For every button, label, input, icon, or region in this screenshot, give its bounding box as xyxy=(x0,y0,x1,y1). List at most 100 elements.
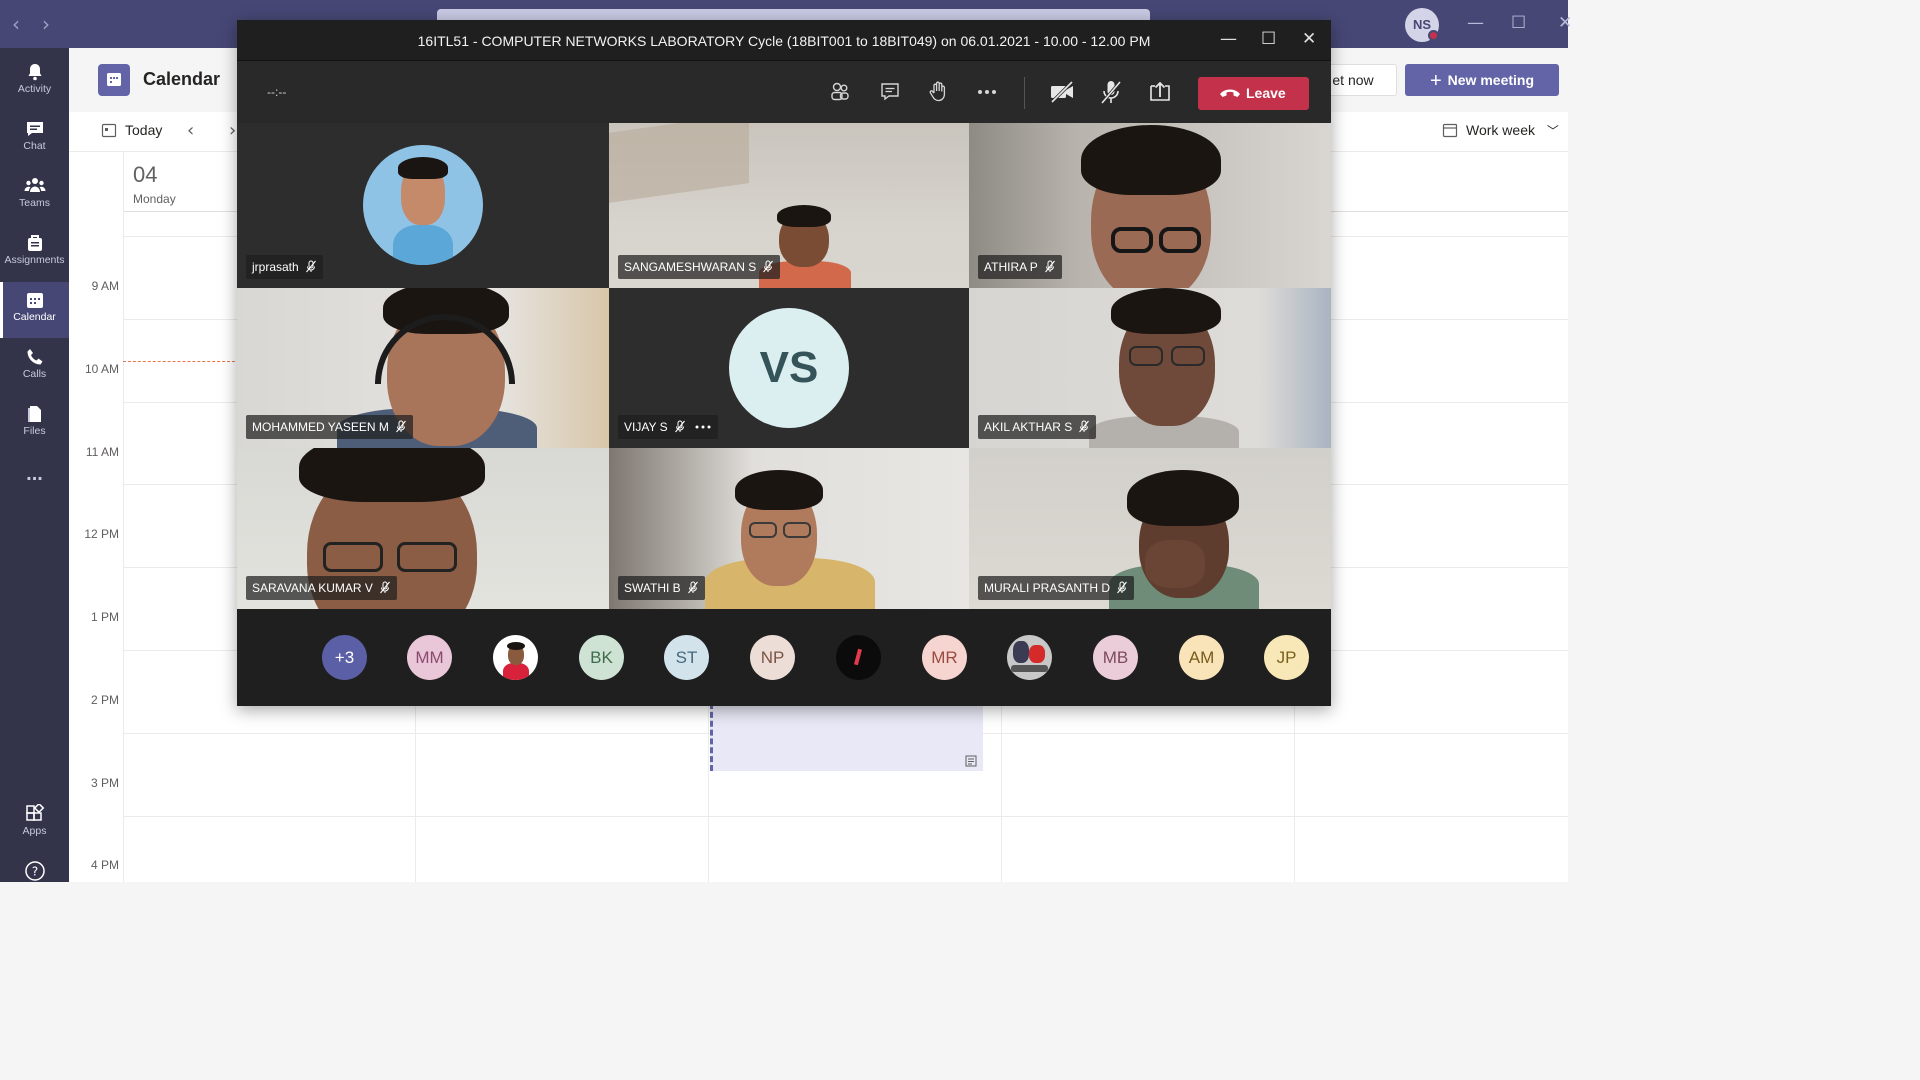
participant-video-tile[interactable]: ATHIRA P xyxy=(969,123,1331,288)
video-glasses xyxy=(1159,227,1201,253)
calendar-today-icon xyxy=(101,123,117,138)
bell-icon xyxy=(0,54,69,82)
calendar-app-icon xyxy=(98,64,130,96)
notes-icon xyxy=(965,755,977,767)
view-switcher[interactable]: Work week ﹀ xyxy=(1442,122,1559,139)
participant-avatar-photo[interactable] xyxy=(493,635,538,680)
participant-avatar-initials: VS xyxy=(729,308,849,428)
participant-tile[interactable]: VS VIJAY S xyxy=(609,288,969,448)
grid-line xyxy=(708,698,709,882)
mic-off-icon xyxy=(305,260,316,273)
mic-muted-icon[interactable] xyxy=(1094,75,1128,109)
participants-icon[interactable] xyxy=(823,75,857,109)
app-rail: Activity Chat Teams Assignments Calendar… xyxy=(0,48,69,882)
next-week-icon[interactable]: › xyxy=(229,120,236,141)
files-icon xyxy=(0,396,69,424)
raise-hand-icon[interactable] xyxy=(921,75,955,109)
profile-photo xyxy=(363,145,483,265)
page-title: Calendar xyxy=(143,69,221,89)
phone-icon xyxy=(0,339,69,367)
hour-label: 4 PM xyxy=(90,858,119,872)
participant-avatar[interactable]: NP xyxy=(750,635,795,680)
video-glasses xyxy=(1111,227,1153,253)
video-person xyxy=(299,448,485,502)
participant-name-label: jrprasath xyxy=(246,255,323,279)
rail-item-apps[interactable]: Apps xyxy=(0,796,69,852)
presence-status-icon xyxy=(1428,30,1439,41)
day-number: 04 xyxy=(133,162,158,187)
plus-icon: + xyxy=(1429,70,1442,92)
minimize-icon[interactable]: — xyxy=(1467,13,1484,33)
apps-icon xyxy=(0,796,69,824)
camera-off-icon[interactable] xyxy=(1045,75,1079,109)
call-timer: --:-- xyxy=(267,85,287,99)
rail-item-files[interactable]: Files xyxy=(0,396,69,452)
leave-button[interactable]: Leave xyxy=(1198,77,1309,110)
hour-label: 2 PM xyxy=(90,693,119,707)
video-glasses xyxy=(749,522,777,538)
mic-off-icon xyxy=(763,260,774,273)
hour-label: 12 PM xyxy=(84,527,119,541)
video-person xyxy=(1127,470,1239,526)
participant-avatar-photo[interactable] xyxy=(836,635,881,680)
mic-off-icon xyxy=(1044,260,1055,273)
calendar-event[interactable] xyxy=(710,703,983,771)
hour-label: 9 AM xyxy=(91,279,119,293)
more-actions-icon[interactable] xyxy=(970,75,1004,109)
participant-video-tile[interactable]: SWATHI B xyxy=(609,448,969,609)
meeting-minimize-icon[interactable]: — xyxy=(1220,29,1237,49)
participant-video-tile[interactable]: MURALI PRASANTH D xyxy=(969,448,1331,609)
mic-off-icon xyxy=(379,581,390,594)
assignments-icon xyxy=(0,225,69,253)
back-arrow-icon[interactable]: ‹ xyxy=(12,12,20,36)
participant-avatar[interactable]: MM xyxy=(407,635,452,680)
participant-video-tile[interactable]: MOHAMMED YASEEN M xyxy=(237,288,609,448)
hour-label: 10 AM xyxy=(84,362,119,376)
video-person xyxy=(735,470,823,510)
close-icon[interactable]: ✕ xyxy=(1558,13,1572,33)
video-person xyxy=(1081,125,1221,195)
forward-arrow-icon[interactable]: › xyxy=(42,12,50,36)
participant-avatar[interactable]: MB xyxy=(1093,635,1138,680)
rail-item-calendar[interactable]: Calendar xyxy=(0,282,69,338)
rail-item-chat[interactable]: Chat xyxy=(0,111,69,167)
participant-video-tile[interactable]: SANGAMESHWARAN S xyxy=(609,123,969,288)
participant-name-label: AKIL AKTHAR S xyxy=(978,415,1097,439)
meeting-maximize-icon[interactable]: ☐ xyxy=(1261,29,1276,49)
participant-avatar[interactable]: BK xyxy=(579,635,624,680)
conversation-icon[interactable] xyxy=(873,75,907,109)
today-button[interactable]: Today xyxy=(101,122,162,138)
grid-line xyxy=(1001,698,1002,882)
chevron-down-icon: ﹀ xyxy=(1546,124,1559,138)
previous-week-icon[interactable]: ‹ xyxy=(187,120,194,141)
rail-item-assignments[interactable]: Assignments xyxy=(0,225,69,281)
rail-item-calls[interactable]: Calls xyxy=(0,339,69,395)
teams-icon xyxy=(0,168,69,196)
more-apps-icon[interactable]: ... xyxy=(0,453,69,509)
share-screen-icon[interactable] xyxy=(1143,75,1177,109)
new-meeting-button[interactable]: + New meeting xyxy=(1405,64,1559,96)
mic-off-icon xyxy=(687,581,698,594)
grid-line xyxy=(1294,698,1295,882)
participant-avatar[interactable]: ST xyxy=(664,635,709,680)
video-glasses xyxy=(783,522,811,538)
meeting-close-icon[interactable]: ✕ xyxy=(1302,29,1316,49)
video-glasses xyxy=(1129,346,1163,366)
svg-text:?: ? xyxy=(31,865,37,879)
participant-avatar[interactable]: JP xyxy=(1264,635,1309,680)
grid-line xyxy=(415,698,416,882)
rail-item-teams[interactable]: Teams xyxy=(0,168,69,224)
hour-label: 11 AM xyxy=(85,445,119,459)
help-icon[interactable]: ? xyxy=(0,852,69,908)
rail-item-activity[interactable]: Activity xyxy=(0,54,69,110)
maximize-icon[interactable]: ☐ xyxy=(1511,13,1526,33)
participant-avatar[interactable]: AM xyxy=(1179,635,1224,680)
participant-tile[interactable]: jrprasath xyxy=(237,123,609,288)
participant-avatar-photo[interactable] xyxy=(1007,635,1052,680)
participant-video-tile[interactable]: SARAVANA KUMAR V xyxy=(237,448,609,609)
participant-avatar[interactable]: MR xyxy=(922,635,967,680)
participant-video-tile[interactable]: AKIL AKTHAR S xyxy=(969,288,1331,448)
video-hand xyxy=(1145,540,1205,588)
hour-label: 1 PM xyxy=(90,610,119,624)
overflow-participants-button[interactable]: +3 xyxy=(322,635,367,680)
